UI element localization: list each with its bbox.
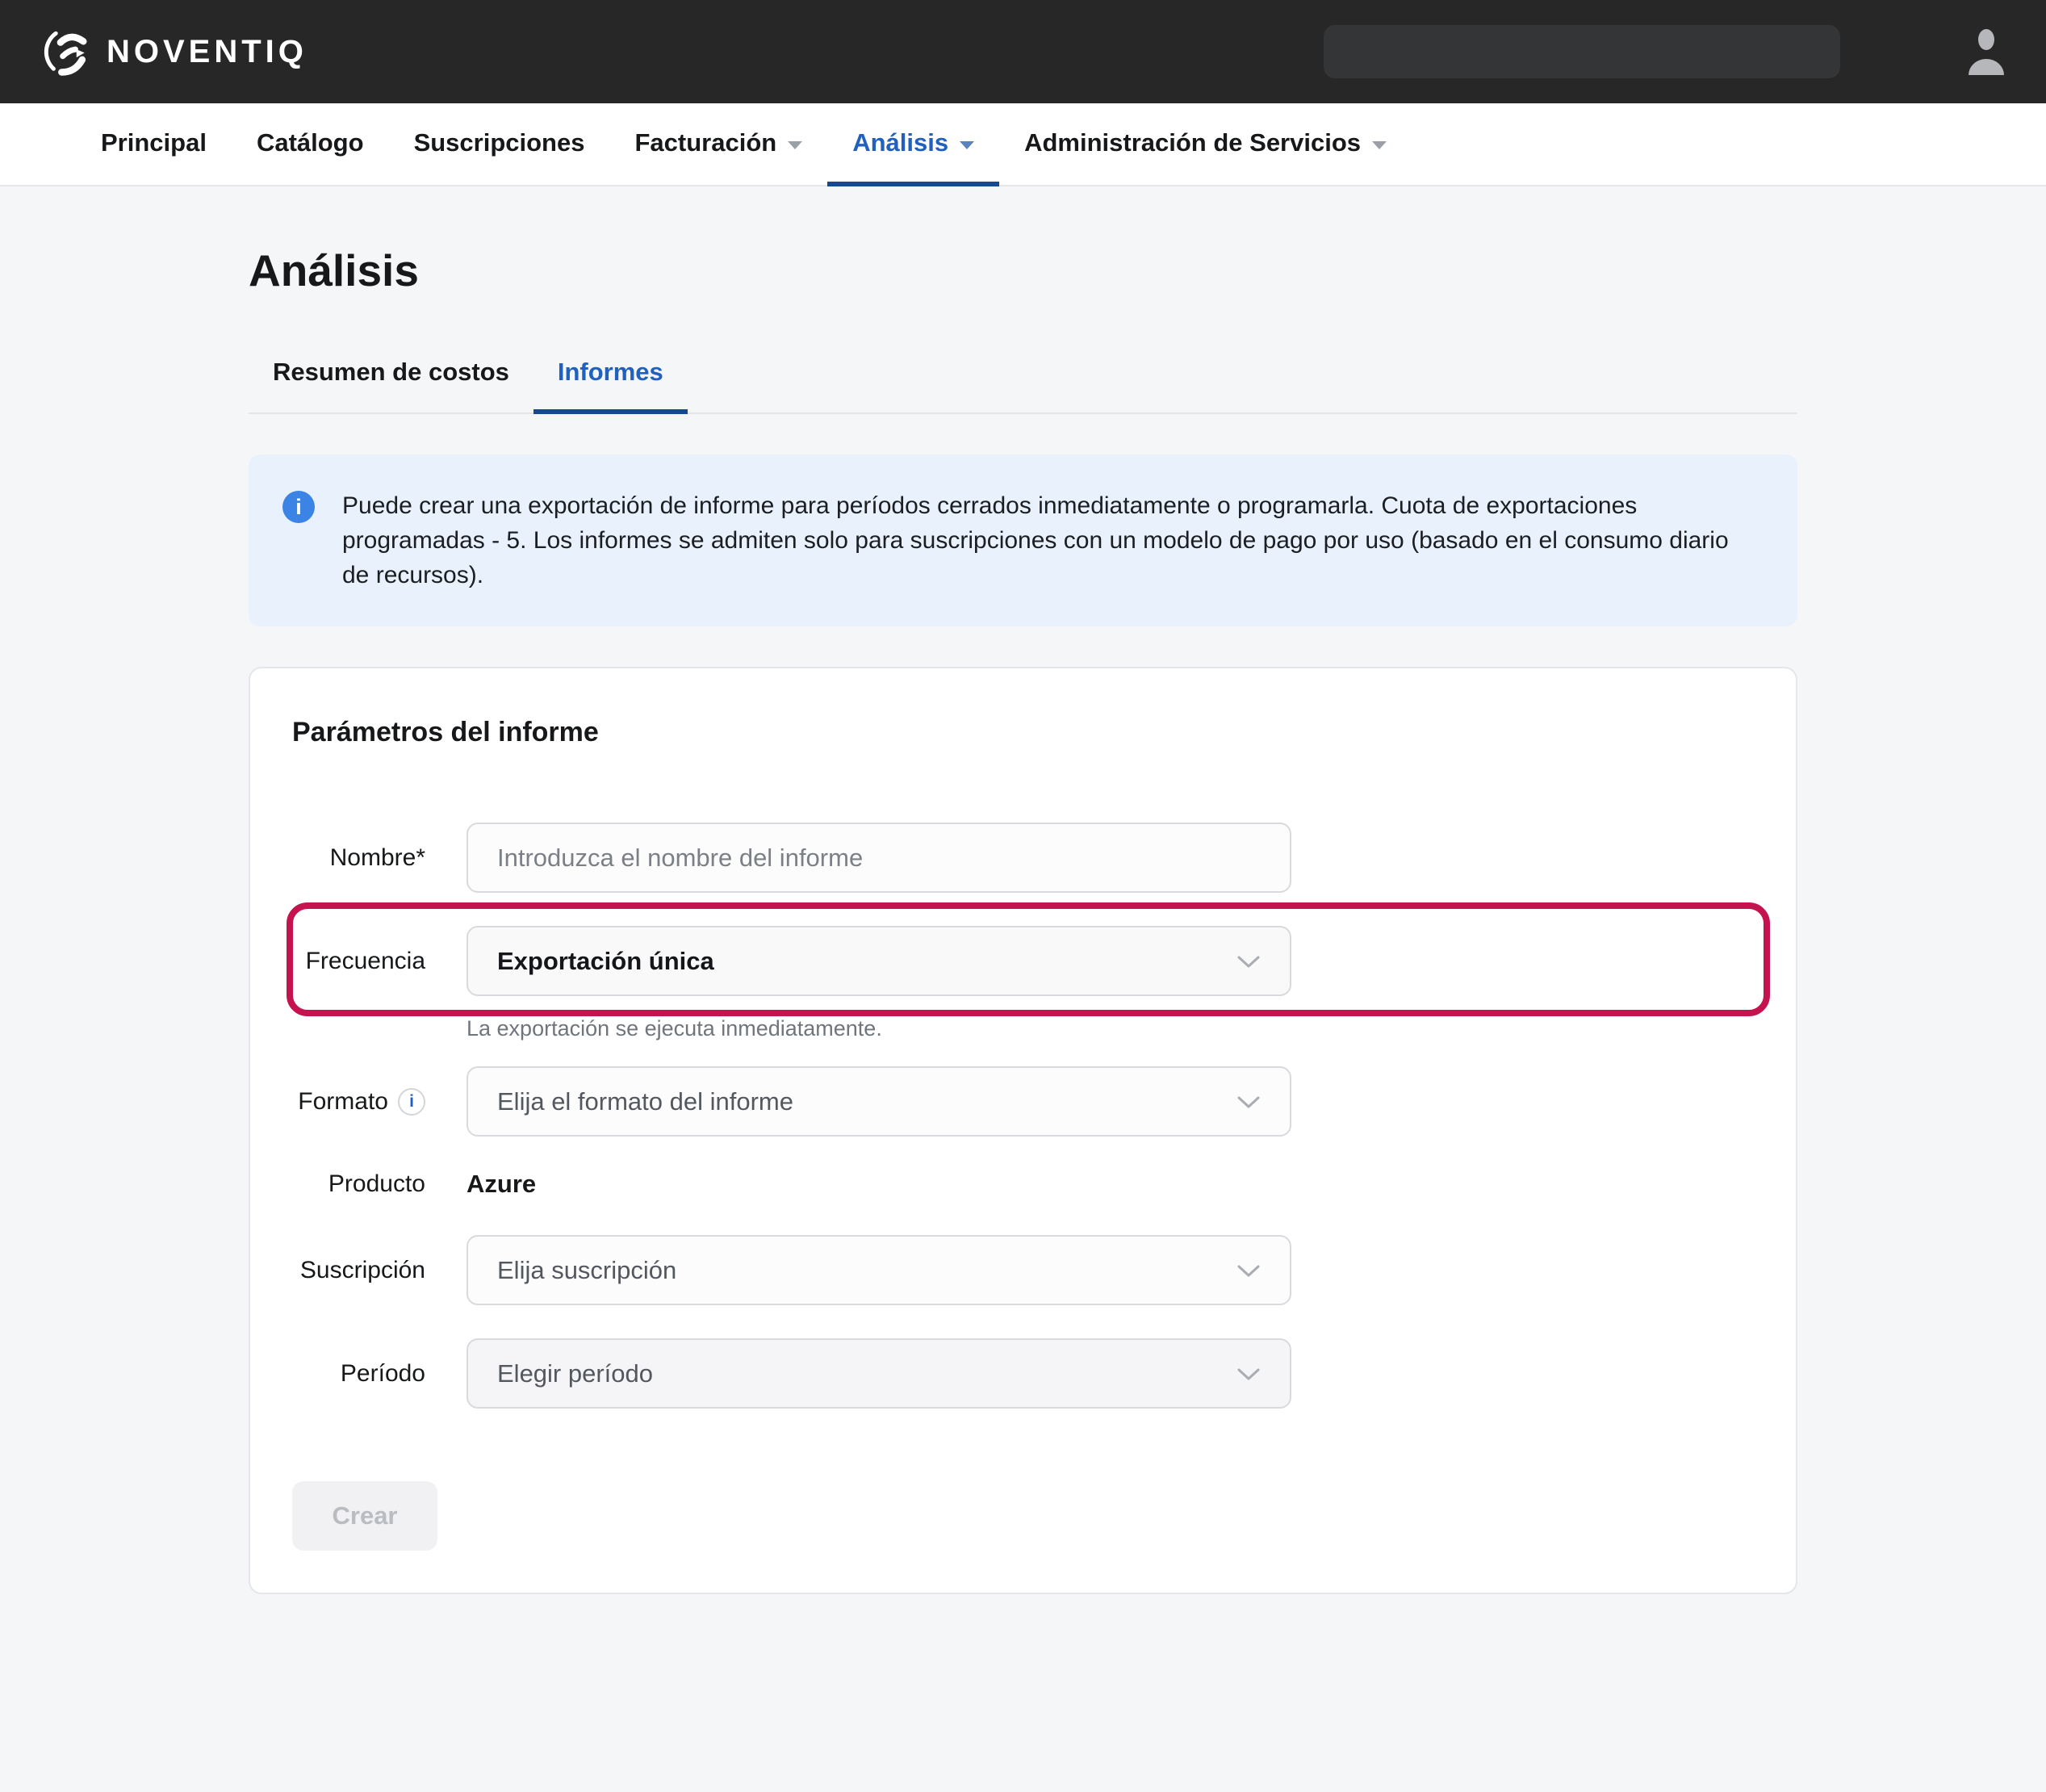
frecuencia-select[interactable]: Exportación única [467,926,1291,996]
chevron-down-icon [1236,947,1261,976]
section-title: Parámetros del informe [292,717,1754,748]
nav-item-label: Catálogo [257,128,364,157]
nav-item-suscripciones[interactable]: Suscripciones [389,103,610,186]
report-parameters-card: Parámetros del informe Nombre* Frecuenci… [249,667,1797,1594]
nombre-input[interactable] [467,823,1291,893]
field-row-periodo: Período Elegir período [292,1338,1754,1409]
formato-placeholder: Elija el formato del informe [497,1087,793,1116]
formato-label: Formato i [298,1088,425,1116]
formato-select[interactable]: Elija el formato del informe [467,1066,1291,1137]
field-row-frecuencia: Frecuencia Exportación única [292,926,1754,996]
formato-label-text: Formato [298,1088,388,1116]
field-row-nombre: Nombre* [292,823,1754,893]
crear-button[interactable]: Crear [292,1481,437,1551]
search-input[interactable] [1324,25,1840,78]
periodo-placeholder: Elegir período [497,1359,653,1388]
noventiq-logo-text: NOVENTIQ [107,34,308,70]
tab-resumen-de-costos[interactable]: Resumen de costos [249,358,533,414]
chevron-down-icon [1236,1256,1261,1285]
nav-item-label: Análisis [852,128,948,157]
producto-label: Producto [328,1170,425,1198]
info-banner: i Puede crear una exportación de informe… [249,454,1797,626]
info-banner-text: Puede crear una exportación de informe p… [342,488,1757,592]
frecuencia-helper-text: La exportación se ejecuta inmediatamente… [467,1016,1291,1041]
suscripcion-label: Suscripción [300,1257,425,1284]
field-row-formato: Formato i Elija el formato del informe [292,1066,1754,1137]
frecuencia-helper-row: La exportación se ejecuta inmediatamente… [292,1016,1754,1041]
main-content: Análisis Resumen de costos Informes i Pu… [249,245,1797,1594]
caret-down-icon [1372,141,1387,149]
tab-bar: Resumen de costos Informes [249,358,1797,414]
nav-item-administracion-de-servicios[interactable]: Administración de Servicios [999,103,1412,186]
noventiq-logo: NOVENTIQ [39,24,308,79]
top-header: NOVENTIQ [0,0,2046,103]
user-icon [1965,28,2007,75]
nav-item-label: Facturación [634,128,776,157]
suscripcion-placeholder: Elija suscripción [497,1256,676,1285]
frecuencia-label: Frecuencia [306,948,425,975]
nav-item-label: Principal [101,128,207,157]
info-icon: i [282,491,315,523]
main-nav: Principal Catálogo Suscripciones Factura… [0,103,2046,186]
field-row-suscripcion: Suscripción Elija suscripción [292,1235,1754,1305]
nav-item-label: Suscripciones [414,128,585,157]
periodo-label: Período [341,1360,425,1388]
caret-down-icon [960,141,974,149]
producto-value: Azure [467,1170,1291,1199]
periodo-select[interactable]: Elegir período [467,1338,1291,1409]
nav-item-analisis[interactable]: Análisis [827,103,999,186]
nav-item-facturacion[interactable]: Facturación [609,103,827,186]
noventiq-logo-icon [39,24,94,79]
tab-informes[interactable]: Informes [533,358,688,414]
nav-item-label: Administración de Servicios [1024,128,1361,157]
chevron-down-icon [1236,1359,1261,1388]
field-row-producto: Producto Azure [292,1170,1754,1199]
nav-item-principal[interactable]: Principal [76,103,232,186]
user-account-button[interactable] [1965,28,2007,75]
frecuencia-selected-value: Exportación única [497,947,714,976]
suscripcion-select[interactable]: Elija suscripción [467,1235,1291,1305]
caret-down-icon [788,141,802,149]
nav-item-catalogo[interactable]: Catálogo [232,103,389,186]
page-title: Análisis [249,245,1797,296]
nombre-label: Nombre* [330,844,425,872]
chevron-down-icon [1236,1087,1261,1116]
formato-info-icon[interactable]: i [398,1088,425,1116]
